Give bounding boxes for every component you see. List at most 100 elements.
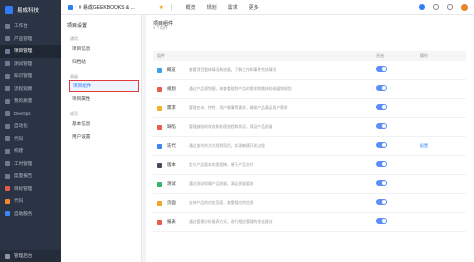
sidebar-item[interactable]: 度量报告 — [0, 170, 61, 183]
add-icon[interactable] — [419, 4, 425, 10]
dashboard-icon — [5, 23, 10, 29]
report-chart-icon — [157, 219, 162, 225]
sidebar-item[interactable]: 自助服务 — [0, 208, 61, 221]
component-description: 通过测试保障产品质量，满足质量要求 — [189, 181, 254, 186]
sidebar-item[interactable]: 代码 — [0, 133, 61, 146]
sidebar-item[interactable]: 自动化 — [0, 120, 61, 133]
avatar[interactable] — [461, 3, 468, 11]
tab[interactable]: 需求 — [222, 0, 243, 15]
header-op: 操作 — [420, 53, 428, 58]
product-icon — [5, 36, 10, 42]
components-table: 组件 开启 操作 概览 查看项目整体情况和进展，了解工作和事件完成情况 规划 通过产品… — [153, 51, 466, 232]
settings-panel: 项目设置 通用 项目信息 归档站高级 项目组件 项目属性成员 基本信息 用户设置 — [61, 15, 142, 262]
table-row: 版本 定义产品版本的里程碑，便于产品交付 — [153, 156, 466, 175]
component-description: 通过迭代的方式规划项目，实现敏捷开发过程 — [189, 143, 265, 148]
sidebar-item-label: 测试管理 — [14, 60, 33, 66]
test-icon — [5, 61, 10, 67]
settings-item[interactable]: 归档站 — [61, 55, 141, 68]
enable-toggle[interactable] — [376, 85, 387, 91]
devops-icon — [5, 111, 10, 117]
sidebar-item-label: 自动化 — [14, 123, 28, 129]
component-description: 通过管理分析报表方式，进行相应管理的优化建议 — [189, 219, 273, 224]
table-row: 页面 支持产品的对应页面，查看相应的信息 — [153, 194, 466, 213]
settings-item[interactable]: 项目信息 — [61, 42, 141, 55]
component-name: 报表 — [167, 219, 176, 224]
timesheet-icon — [5, 161, 10, 167]
page-subtitle: 9 个组件 — [153, 26, 168, 30]
component-name: 迭代 — [167, 143, 176, 148]
settings-group-label: 高级 — [70, 73, 78, 79]
bug-icon — [157, 124, 162, 130]
admin-console-link[interactable]: 管理后台 — [0, 250, 61, 262]
enable-toggle[interactable] — [376, 218, 387, 224]
sidebar-item-label: 我的质量 — [14, 98, 33, 104]
enable-toggle[interactable] — [376, 66, 387, 72]
tab[interactable]: 更多 — [243, 0, 264, 15]
enable-toggle[interactable] — [376, 123, 387, 129]
app-logo[interactable]: 易成科技 — [0, 0, 61, 20]
build-icon — [5, 148, 10, 154]
sidebar-item[interactable]: 测试管理 — [0, 58, 61, 71]
test-case-icon — [157, 181, 162, 187]
code2-icon — [5, 198, 10, 204]
settings-item[interactable]: 用户设置 — [61, 130, 141, 143]
settings-item[interactable]: 项目属性 — [61, 92, 141, 105]
component-description: 支持产品的对应页面，查看相应的信息 — [189, 200, 254, 205]
enable-toggle[interactable] — [376, 142, 387, 148]
sidebar-item[interactable]: 流程观察 — [0, 83, 61, 96]
tab[interactable]: 规划 — [201, 0, 222, 15]
component-description: 管理史诗、特性、用户故事等需求，确保产品满足用户需求 — [189, 105, 288, 110]
sidebar-item-label: 构建 — [14, 148, 24, 154]
star-icon[interactable]: ★ — [159, 4, 164, 11]
sidebar-item[interactable]: 目标管理 — [0, 183, 61, 196]
notification-icon[interactable] — [447, 4, 453, 10]
enable-toggle[interactable] — [376, 199, 387, 205]
settings-item[interactable]: 项目组件 — [69, 80, 139, 92]
sidebar-item[interactable]: 项目管理 — [0, 45, 61, 58]
project-name[interactable]: # 易成GEEKBOOKS & ... — [79, 4, 153, 11]
table-row: 需求 管理史诗、特性、用户故事等需求，确保产品满足用户需求 — [153, 99, 466, 118]
sidebar-item[interactable]: 工时管理 — [0, 158, 61, 171]
logo-icon — [5, 6, 13, 14]
goal-icon — [5, 186, 10, 192]
component-description: 管理缺陷的状态和处理流程和状况，保证产品质量 — [189, 124, 273, 129]
settings-group-label: 成员 — [70, 110, 78, 116]
iteration-icon — [157, 143, 162, 149]
sidebar-item[interactable]: 代码 — [0, 195, 61, 208]
sidebar-item-label: 目标管理 — [14, 185, 33, 191]
sidebar-item[interactable]: 知识管理 — [0, 70, 61, 83]
sidebar-item[interactable]: DevOps — [0, 108, 61, 121]
enable-toggle[interactable] — [376, 161, 387, 167]
table-header: 组件 开启 操作 — [153, 51, 466, 61]
automation-icon — [5, 123, 10, 129]
settings-group-label: 通用 — [70, 35, 78, 41]
component-name: 缺陷 — [167, 124, 176, 129]
sidebar-item[interactable]: 构建 — [0, 145, 61, 158]
breadcrumb-separator: › — [75, 4, 77, 10]
configure-link[interactable]: 配置 — [420, 143, 428, 148]
code-icon — [5, 136, 10, 142]
overview-icon — [157, 67, 162, 73]
settings-title: 项目设置 — [67, 23, 88, 29]
help-icon[interactable] — [433, 4, 439, 10]
wiki-icon — [5, 73, 10, 79]
sidebar-item-label: 产品管理 — [14, 35, 33, 41]
top-header: › # 易成GEEKBOOKS & ... ★ 概览 规划 需求 更多 — [61, 0, 474, 15]
settings-item[interactable]: 基本信息 — [61, 117, 141, 130]
sidebar-item-label: 自助服务 — [14, 210, 33, 216]
sidebar-item[interactable]: 产品管理 — [0, 33, 61, 46]
version-icon — [157, 162, 162, 168]
component-name: 规划 — [167, 86, 176, 91]
sidebar-item-label: DevOps — [14, 111, 31, 117]
tab[interactable]: 概览 — [180, 0, 201, 15]
home-icon[interactable] — [68, 4, 73, 10]
sidebar-item[interactable]: 工作台 — [0, 20, 61, 33]
project-icon — [5, 48, 10, 54]
sidebar-item[interactable]: 我的质量 — [0, 95, 61, 108]
table-row: 测试 通过测试保障产品质量，满足质量要求 — [153, 175, 466, 194]
component-name: 版本 — [167, 162, 176, 167]
header-name: 组件 — [157, 53, 165, 58]
enable-toggle[interactable] — [376, 104, 387, 110]
enable-toggle[interactable] — [376, 180, 387, 186]
quality-icon — [5, 98, 10, 104]
